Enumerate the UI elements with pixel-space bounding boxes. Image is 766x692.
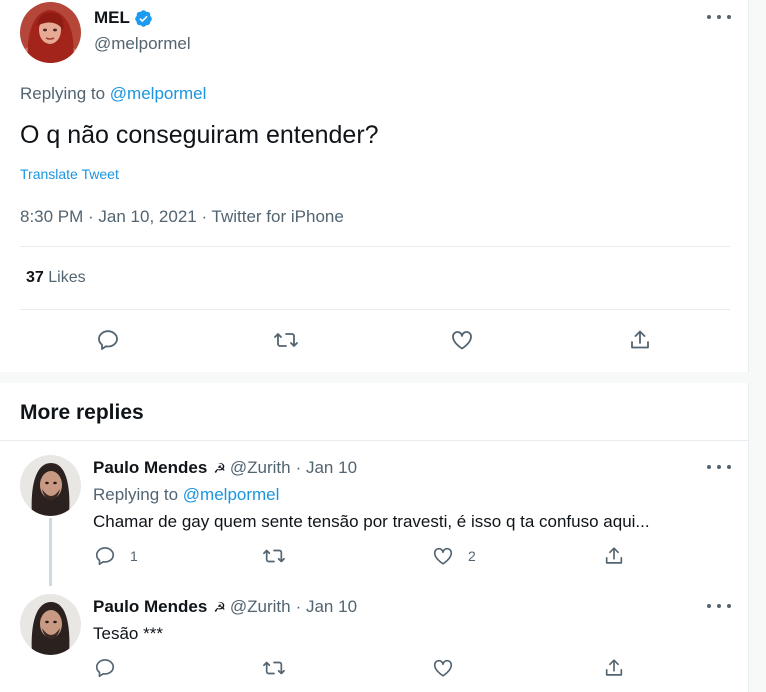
reply-header: Paulo Mendes ☭ @Zurith · Jan 10 [93,458,357,478]
replying-to-line: Replying to @melpormel [20,84,206,104]
reply-button[interactable]: 1 [94,545,138,567]
divider [0,440,749,441]
tweet-text: O q não conseguiram entender? [20,121,379,149]
replying-to-handle-link[interactable]: @melpormel [183,485,280,504]
like-icon [432,657,454,679]
reply-button[interactable] [94,657,116,679]
reply-date[interactable]: · Jan 10 [296,597,357,617]
avatar-mel[interactable] [20,2,81,63]
avatar-paulo[interactable] [20,594,81,655]
like-button[interactable]: 2 [432,545,476,567]
reply-author-name[interactable]: Paulo Mendes [93,458,207,478]
verified-badge-icon [134,9,153,28]
share-button[interactable] [628,328,652,352]
reply-icon [96,328,120,352]
reply-header: Paulo Mendes ☭ @Zurith · Jan 10 [93,597,357,617]
reply-date[interactable]: · Jan 10 [296,458,357,478]
share-icon [628,328,652,352]
divider [20,246,730,247]
more-icon[interactable] [707,599,731,613]
likes-count: 37 [26,269,44,286]
retweet-button[interactable] [262,657,286,679]
more-icon[interactable] [707,10,731,24]
translate-tweet-link[interactable]: Translate Tweet [20,166,119,182]
likes-stat[interactable]: 37 Likes [26,269,86,287]
more-replies-card [0,383,749,692]
share-button[interactable] [603,657,625,679]
like-button[interactable] [432,657,454,679]
author-display-name[interactable]: MEL [94,8,130,28]
retweet-button[interactable] [273,328,299,352]
reply-author-name[interactable]: Paulo Mendes [93,597,207,617]
author-handle[interactable]: @melpormel [94,34,191,54]
share-icon [603,545,625,567]
like-count: 2 [468,548,476,564]
divider [20,309,730,310]
replying-to-line: Replying to @melpormel [93,485,279,505]
reply-author-handle[interactable]: @Zurith [230,597,291,617]
like-button[interactable] [450,328,474,352]
more-icon[interactable] [707,460,731,474]
share-icon [603,657,625,679]
likes-label: Likes [48,269,86,286]
retweet-icon [262,657,286,679]
hammer-sickle-emoji: ☭ [213,459,226,476]
like-icon [432,545,454,567]
thread-connector-line [49,518,52,586]
retweet-icon [273,328,299,352]
tweet-timestamp-source[interactable]: 8:30 PM · Jan 10, 2021 · Twitter for iPh… [20,207,344,227]
more-replies-heading: More replies [20,401,144,424]
main-tweet-card: MEL @melpormel Replying to @melpormel O … [0,0,749,372]
reply-icon [94,545,116,567]
retweet-button[interactable] [262,545,286,567]
reply-text: Tesão *** [93,624,163,643]
reply-author-handle[interactable]: @Zurith [230,458,291,478]
reply-count: 1 [130,548,138,564]
share-button[interactable] [603,545,625,567]
author-name-row[interactable]: MEL [94,8,153,28]
replying-to-label: Replying to [20,84,106,103]
reply-text: Chamar de gay quem sente tensão por trav… [93,512,650,531]
hammer-sickle-emoji: ☭ [213,598,226,615]
replying-to-label: Replying to [93,485,179,504]
replying-to-handle-link[interactable]: @melpormel [110,84,207,103]
tweet-page: MEL @melpormel Replying to @melpormel O … [0,0,766,692]
avatar-paulo[interactable] [20,455,81,516]
retweet-icon [262,545,286,567]
reply-button[interactable] [96,328,120,352]
reply-icon [94,657,116,679]
like-icon [450,328,474,352]
